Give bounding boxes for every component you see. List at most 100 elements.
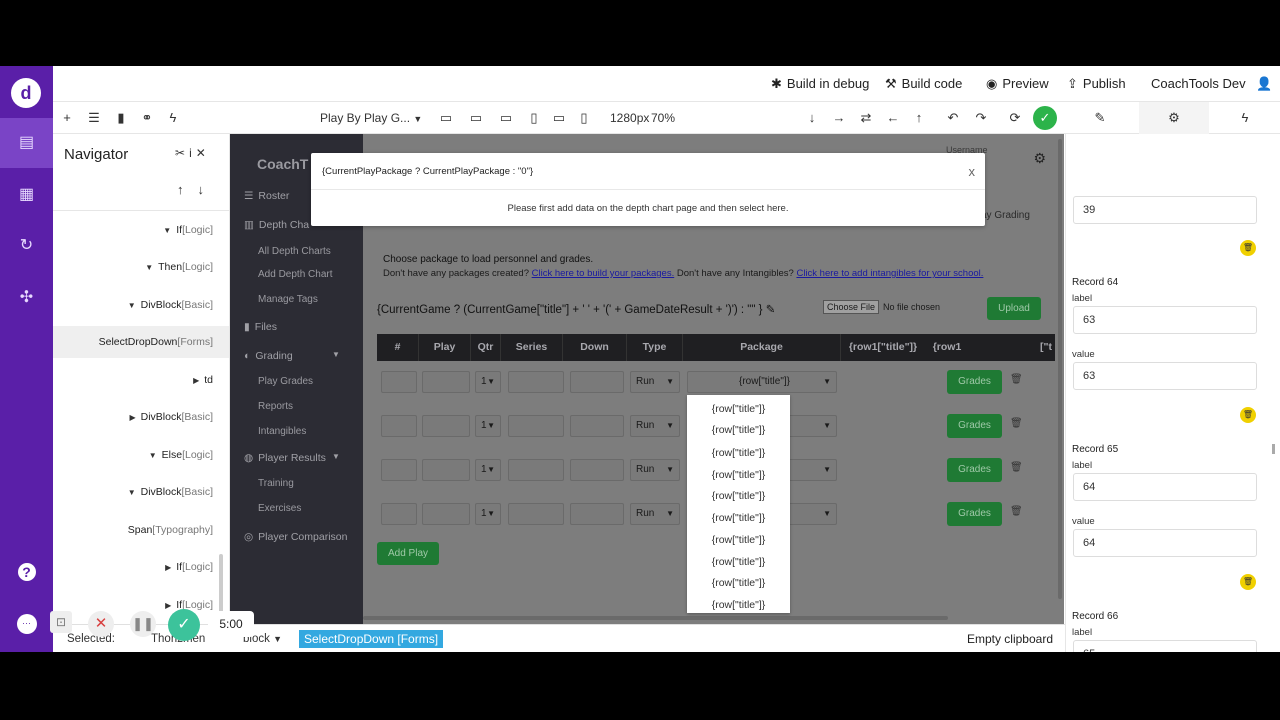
sidebar-item-exercises[interactable]: Exercises	[258, 503, 301, 514]
database-icon[interactable]: ▦	[0, 170, 53, 220]
trash-icon[interactable]: 🗑	[1010, 374, 1023, 385]
close-icon[interactable]: x	[969, 164, 976, 179]
delete-record-icon[interactable]: 🗑	[1240, 574, 1256, 590]
down-input[interactable]	[570, 503, 624, 525]
dropdown-option[interactable]: {row["title"]}	[687, 399, 790, 420]
dropdown-option[interactable]: {row["title"]}	[687, 530, 790, 551]
more-icon[interactable]: ···	[0, 597, 53, 647]
play-input[interactable]	[422, 503, 470, 525]
label-input[interactable]: 63	[1073, 306, 1257, 334]
sidebar-item-intangibles[interactable]: Intangibles	[258, 426, 306, 437]
style-tab-brush-icon[interactable]: ✎	[1065, 102, 1135, 134]
type-select[interactable]: Run ▼	[630, 459, 680, 481]
edit-icon[interactable]: ✎	[766, 304, 776, 316]
info-icon[interactable]: i	[189, 146, 196, 160]
pages-icon[interactable]: ▤	[0, 118, 53, 168]
qtr-select[interactable]: 1 ▼	[475, 371, 501, 393]
trash-icon[interactable]: 🗑	[1010, 418, 1023, 429]
add-intangibles-link[interactable]: Click here to add intangibles for your s…	[796, 268, 983, 279]
dropdown-option[interactable]: {row["title"]}	[687, 573, 790, 594]
close-icon[interactable]: ✕	[196, 146, 210, 160]
finish-recording-check-icon[interactable]: ✓	[168, 609, 200, 641]
screen-capture-icon[interactable]: ⊡	[50, 611, 72, 633]
sidebar-item-manage-tags[interactable]: Manage Tags	[258, 294, 318, 305]
selected-element-chip[interactable]: SelectDropDown [Forms]	[299, 630, 444, 648]
tree-item[interactable]: ▼ Then[Logic]	[145, 251, 213, 283]
sidebar-item-depth-charts[interactable]: ▥ Depth Cha	[244, 219, 309, 231]
tree-item[interactable]: ▼ DivBlock[Basic]	[128, 289, 213, 321]
sidebar-item-add-depth-chart[interactable]: Add Depth Chart	[258, 269, 333, 280]
laptop-icon[interactable]: ▭	[497, 102, 515, 134]
file-input[interactable]: Choose File No file chosen	[823, 300, 940, 314]
arrow-down-icon[interactable]: ↓	[803, 102, 821, 134]
down-input[interactable]	[570, 371, 624, 393]
integrations-icon[interactable]: ✣	[0, 273, 53, 323]
tree-item[interactable]: ▼ Else[Logic]	[149, 439, 213, 471]
help-icon[interactable]: ?	[0, 547, 53, 597]
desktop-large-icon[interactable]: ▭	[437, 102, 455, 134]
arrow-up-icon[interactable]: ↑	[910, 102, 928, 134]
dropdown-option[interactable]: {row["title"]}	[687, 552, 790, 573]
add-play-button[interactable]: Add Play	[377, 542, 439, 565]
type-select[interactable]: Run ▼	[630, 371, 680, 393]
build-code-button[interactable]: ⚒ Build code	[885, 66, 962, 102]
grades-button[interactable]: Grades	[947, 502, 1002, 526]
dropdown-option[interactable]: {row["title"]}	[687, 465, 790, 486]
number-input[interactable]	[381, 459, 417, 481]
sidebar-item-play-grades[interactable]: Play Grades	[258, 376, 313, 387]
tablet-landscape-icon[interactable]: ▭	[550, 102, 568, 134]
tree-item[interactable]: Span[Typography]	[128, 514, 213, 546]
arrow-right-icon[interactable]: →	[830, 102, 848, 134]
pin-icon[interactable]: ✂	[175, 146, 189, 160]
qtr-select[interactable]: 1 ▼	[475, 415, 501, 437]
logic-icon[interactable]: ↻	[0, 221, 53, 271]
sidebar-item-player-results[interactable]: ◍ Player Results ▼	[244, 452, 340, 464]
down-input[interactable]	[570, 415, 624, 437]
play-grading-tab[interactable]: ay Grading	[981, 210, 1030, 221]
undo-icon[interactable]: ↶	[944, 102, 962, 134]
grades-button[interactable]: Grades	[947, 370, 1002, 394]
label-input[interactable]: 64	[1073, 473, 1257, 501]
trash-icon[interactable]: 🗑	[1010, 506, 1023, 517]
swap-icon[interactable]: ⇄	[857, 102, 875, 134]
publish-button[interactable]: ⇪ Publish	[1067, 66, 1126, 102]
play-input[interactable]	[422, 415, 470, 437]
dropdown-option[interactable]: {row["title"]}	[687, 420, 790, 441]
tree-item[interactable]: ▼ If[Logic]	[163, 214, 213, 246]
record-value-input[interactable]: 39	[1073, 196, 1257, 224]
cancel-recording-icon[interactable]: ✕	[88, 611, 114, 637]
canvas-vertical-scrollbar[interactable]	[1058, 139, 1062, 599]
refresh-icon[interactable]: ⟳	[1006, 102, 1024, 134]
grades-button[interactable]: Grades	[947, 414, 1002, 438]
grades-button[interactable]: Grades	[947, 458, 1002, 482]
qtr-select[interactable]: 1 ▼	[475, 503, 501, 525]
sidebar-item-player-comparison[interactable]: ◎ Player Comparison	[244, 531, 347, 543]
build-packages-link[interactable]: Click here to build your packages.	[532, 268, 675, 279]
delete-record-icon[interactable]: 🗑	[1240, 407, 1256, 423]
preview-button[interactable]: ◉ Preview	[986, 66, 1049, 102]
sidebar-item-files[interactable]: ▮ Files	[244, 321, 277, 333]
series-input[interactable]	[508, 459, 564, 481]
number-input[interactable]	[381, 371, 417, 393]
settings-tab-gear-icon[interactable]: ⚙	[1139, 102, 1209, 134]
number-input[interactable]	[381, 503, 417, 525]
logo[interactable]: d	[11, 78, 41, 108]
down-input[interactable]	[570, 459, 624, 481]
save-check-icon[interactable]: ✓	[1033, 106, 1057, 130]
menu-icon[interactable]: ☰	[85, 102, 103, 134]
qtr-select[interactable]: 1 ▼	[475, 459, 501, 481]
page-select[interactable]: Play By Play G... ▼	[320, 102, 422, 134]
build-debug-button[interactable]: ✱ Build in debug	[771, 66, 869, 102]
redo-icon[interactable]: ↷	[972, 102, 990, 134]
user-icon[interactable]: 👤	[1256, 66, 1272, 102]
gear-icon[interactable]: ⚙	[1033, 150, 1046, 167]
sidebar-item-roster[interactable]: ☰ Roster	[244, 190, 289, 202]
type-select[interactable]: Run ▼	[630, 415, 680, 437]
type-select[interactable]: Run ▼	[630, 503, 680, 525]
move-up-icon[interactable]: ↑	[177, 182, 198, 197]
desktop-icon[interactable]: ▭	[467, 102, 485, 134]
series-input[interactable]	[508, 371, 564, 393]
tree-item[interactable]: ▼ DivBlock[Basic]	[128, 476, 213, 508]
tree-item[interactable]: ▶ DivBlock[Basic]	[129, 401, 213, 433]
properties-scrollbar[interactable]	[1272, 444, 1275, 454]
